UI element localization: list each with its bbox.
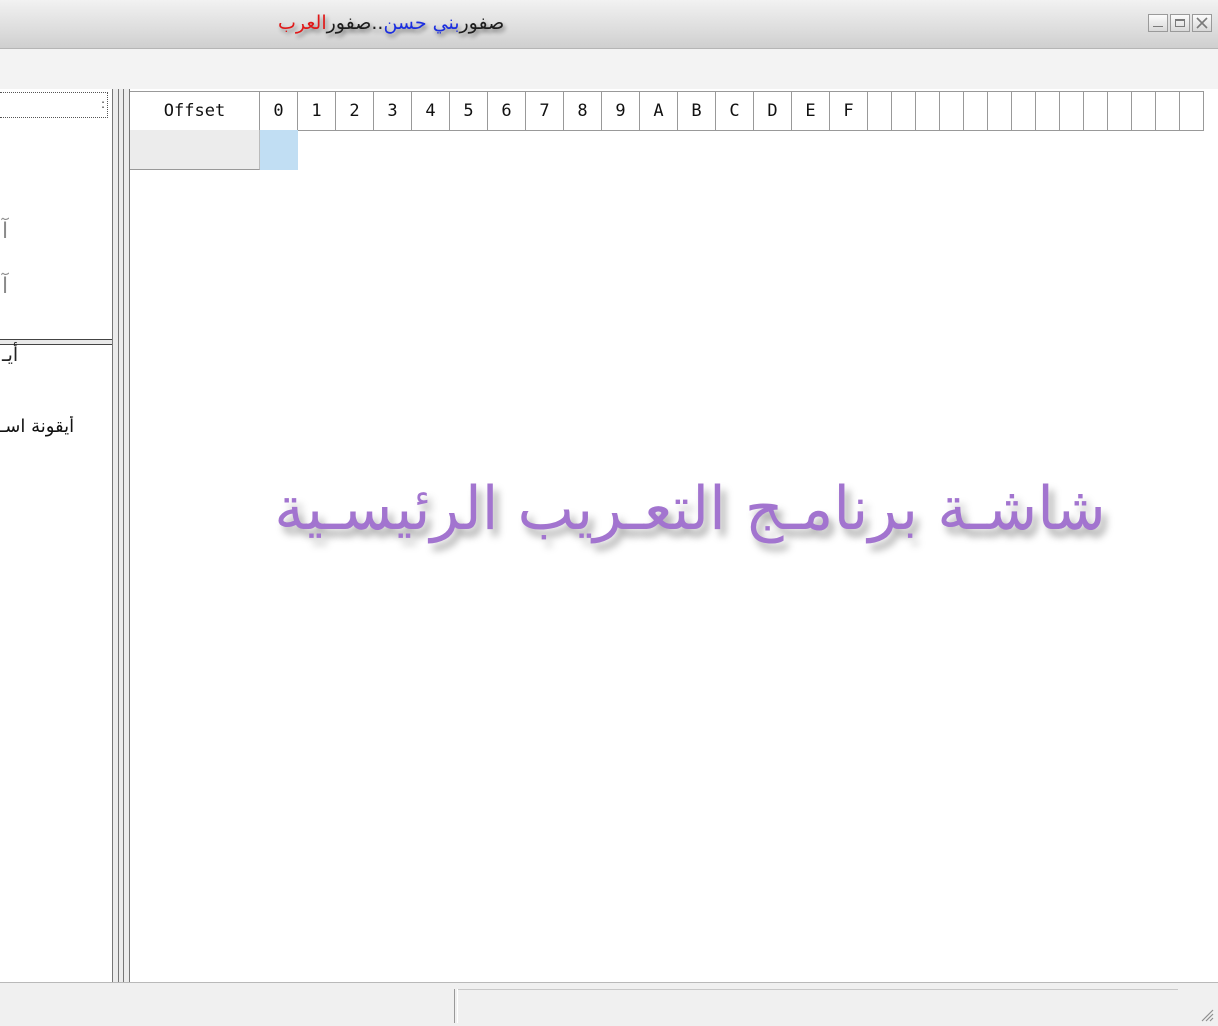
hex-column-header[interactable]: 8 [564,92,602,130]
close-button[interactable] [1192,14,1212,32]
vertical-splitter[interactable] [112,89,130,982]
empty-column-header[interactable] [868,92,892,130]
offset-cell[interactable] [130,130,260,170]
title-bar: صفوربني حسن..صفورالعرب [0,0,1218,49]
window-controls [1148,14,1212,32]
hex-column-header[interactable]: 9 [602,92,640,130]
hex-data-row [130,130,298,170]
title-part-3: ..صفور [326,12,384,34]
empty-column-header[interactable] [1108,92,1132,130]
hex-column-header[interactable]: 2 [336,92,374,130]
empty-column-header[interactable] [1036,92,1060,130]
hex-column-header[interactable]: 0 [260,92,298,130]
status-panel-right [458,989,1178,990]
menu-bar [0,49,1218,89]
empty-column-header[interactable] [916,92,940,130]
hex-column-header[interactable]: A [640,92,678,130]
empty-column-header[interactable] [1132,92,1156,130]
left-glyph-2: ﺁ [2,274,9,299]
hex-column-header[interactable]: 1 [298,92,336,130]
empty-column-header[interactable] [988,92,1012,130]
hex-column-header[interactable]: 3 [374,92,412,130]
empty-column-header[interactable] [892,92,916,130]
left-list-item[interactable]: أيقونة اسـ [0,416,112,437]
left-search-field[interactable]: : [0,92,108,118]
hex-grid[interactable]: Offset 0 1 2 3 4 5 6 7 8 9 A B C D E F ش… [130,89,1218,982]
main-screen-watermark: شاشـة برنامـج التعـريب الرئيسـية [274,474,1106,544]
hex-header-row: Offset 0 1 2 3 4 5 6 7 8 9 A B C D E F [130,91,1204,131]
hex-column-header[interactable]: E [792,92,830,130]
close-icon [1196,17,1208,29]
empty-column-header[interactable] [1180,92,1204,130]
hex-column-header[interactable]: 5 [450,92,488,130]
empty-column-header[interactable] [1084,92,1108,130]
hex-column-header[interactable]: 4 [412,92,450,130]
hex-column-header[interactable]: B [678,92,716,130]
empty-column-header[interactable] [964,92,988,130]
empty-column-header[interactable] [940,92,964,130]
title-part-4: العرب [278,12,327,34]
hex-column-header[interactable]: 7 [526,92,564,130]
minimize-icon [1153,26,1163,27]
left-list-header: أيـ [2,344,19,366]
resize-grip-icon[interactable] [1198,1006,1214,1022]
empty-column-header[interactable] [1012,92,1036,130]
field-edge-mark: : [100,97,105,111]
empty-column-header[interactable] [1060,92,1084,130]
status-separator [454,989,458,1023]
status-bar [0,982,1218,1026]
title-part-1: صفور [459,12,505,34]
left-glyph-1: ﺁ [2,219,9,244]
minimize-button[interactable] [1148,14,1168,32]
hex-column-header[interactable]: F [830,92,868,130]
selected-hex-cell[interactable] [260,130,298,170]
maximize-button[interactable] [1170,14,1190,32]
hex-column-header[interactable]: C [716,92,754,130]
offset-column-header[interactable]: Offset [130,92,260,130]
maximize-icon [1175,19,1185,27]
left-panel: : ﺁ ﺁ أيـ أيقونة اسـ [0,89,112,982]
empty-column-header[interactable] [1156,92,1180,130]
window-title: صفوربني حسن..صفورالعرب [278,12,504,34]
hex-column-header[interactable]: D [754,92,792,130]
title-part-2: بني حسن [383,12,460,34]
hex-column-header[interactable]: 6 [488,92,526,130]
